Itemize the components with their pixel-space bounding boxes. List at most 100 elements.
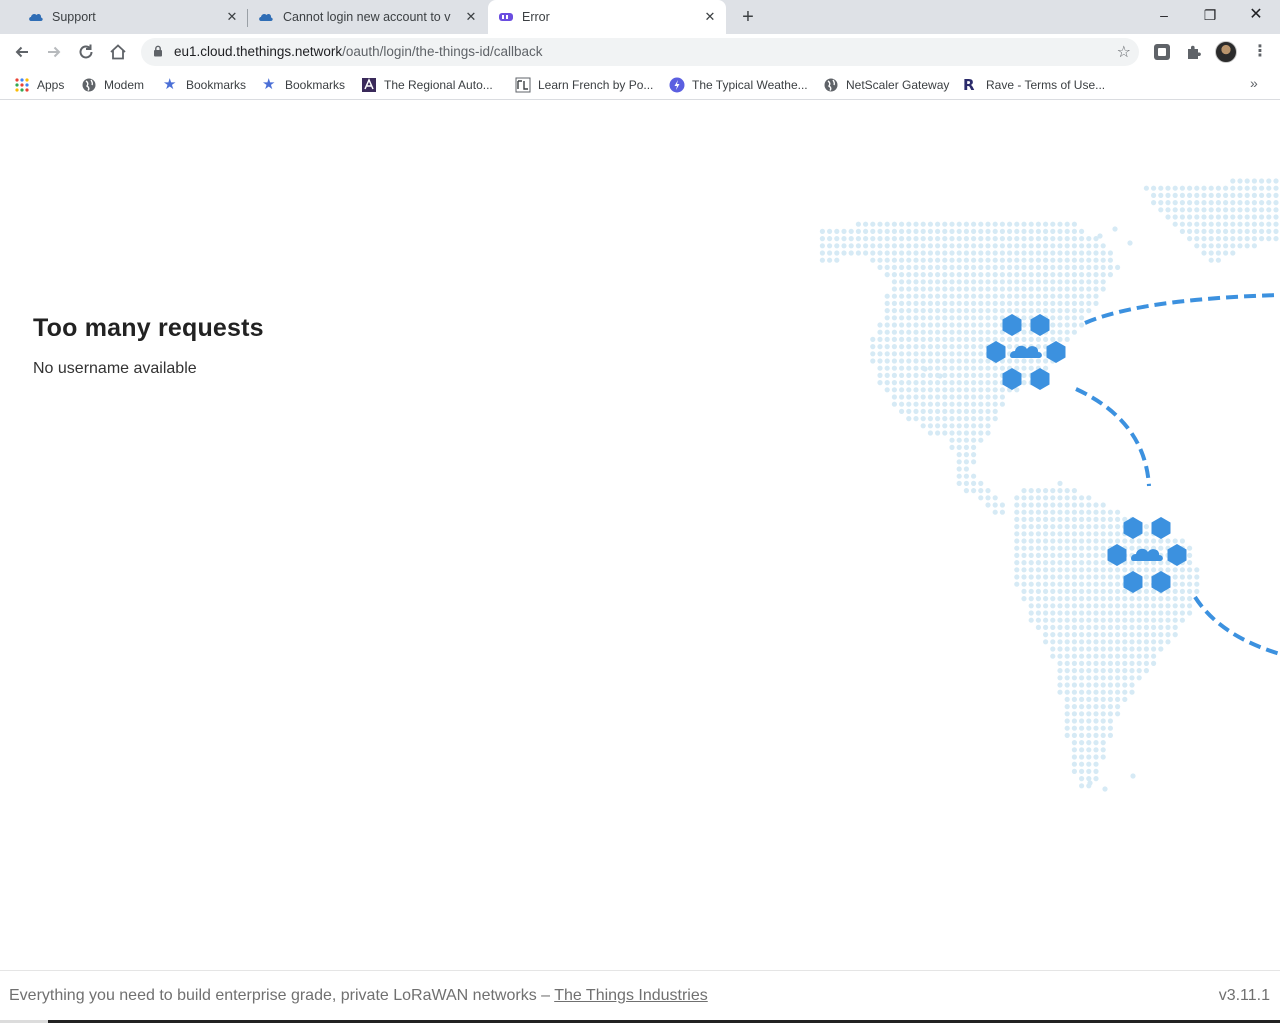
tab-support[interactable]: Support ✕ xyxy=(8,0,246,34)
map-dot xyxy=(985,380,991,386)
bookmark-netscaler[interactable]: NetScaler Gateway xyxy=(823,76,949,94)
map-dot xyxy=(1057,279,1063,285)
url-domain: eu1.cloud.thethings.network xyxy=(174,44,343,59)
close-window-button[interactable]: ✕ xyxy=(1245,4,1267,26)
map-dot xyxy=(971,272,977,278)
map-dot xyxy=(1064,689,1070,695)
map-dot xyxy=(1079,660,1085,666)
map-dot xyxy=(927,344,933,350)
map-dot xyxy=(1244,243,1250,249)
map-dot xyxy=(942,329,948,335)
extension-box-icon[interactable] xyxy=(1152,42,1172,62)
bookmark-apps[interactable]: Apps xyxy=(14,76,64,94)
profile-avatar[interactable] xyxy=(1215,41,1237,63)
bookmark-star-icon[interactable]: ☆ xyxy=(1117,42,1131,62)
map-dot xyxy=(1021,545,1027,551)
forward-button[interactable] xyxy=(43,41,65,63)
map-dot xyxy=(949,272,955,278)
map-dot xyxy=(1086,747,1092,753)
map-dot xyxy=(1079,711,1085,717)
map-dot xyxy=(1043,365,1049,371)
map-dot xyxy=(1014,257,1020,263)
map-dot xyxy=(1179,596,1185,602)
map-dot xyxy=(1093,761,1099,767)
map-dot xyxy=(949,221,955,227)
tab-error[interactable]: Error ✕ xyxy=(488,0,726,34)
map-dot xyxy=(978,372,984,378)
extensions-puzzle-icon[interactable] xyxy=(1184,42,1204,62)
map-dot xyxy=(913,365,919,371)
tab-cannot-login[interactable]: Cannot login new account to v3 c ✕ xyxy=(248,0,486,34)
map-dot xyxy=(956,243,962,249)
map-dot xyxy=(1071,286,1077,292)
map-dot xyxy=(1158,200,1164,206)
map-dot xyxy=(1064,560,1070,566)
map-dot xyxy=(1086,293,1092,299)
map-dot xyxy=(1194,207,1200,213)
map-dot xyxy=(1057,675,1063,681)
new-tab-button[interactable]: + xyxy=(738,7,758,27)
address-bar[interactable]: eu1.cloud.thethings.network/oauth/login/… xyxy=(141,38,1139,66)
map-dot xyxy=(971,444,977,450)
map-dot xyxy=(1035,293,1041,299)
reload-button[interactable] xyxy=(75,41,97,63)
restore-button[interactable]: ❐ xyxy=(1199,4,1221,26)
map-dot xyxy=(1071,315,1077,321)
map-dot xyxy=(1057,610,1063,616)
map-dot xyxy=(1064,538,1070,544)
map-dot xyxy=(978,380,984,386)
map-dot xyxy=(1050,243,1056,249)
map-dot xyxy=(1071,581,1077,587)
bookmark-modem[interactable]: Modem xyxy=(81,76,144,94)
bookmark-learn-french[interactable]: Learn French by Po... xyxy=(515,76,653,94)
map-dot xyxy=(992,365,998,371)
bookmark-bookmarks-2[interactable]: ★ Bookmarks xyxy=(262,76,345,94)
map-dot xyxy=(1043,552,1049,558)
map-dot xyxy=(1071,747,1077,753)
map-dot xyxy=(1107,653,1113,659)
map-dot xyxy=(1093,509,1099,515)
map-dot xyxy=(1050,516,1056,522)
map-dot xyxy=(1143,538,1149,544)
map-dot xyxy=(992,300,998,306)
map-dot xyxy=(1050,228,1056,234)
minimize-button[interactable]: – xyxy=(1153,4,1175,26)
map-dot xyxy=(1273,221,1279,227)
map-dot xyxy=(827,257,833,263)
map-dot xyxy=(1223,236,1229,242)
close-tab-icon[interactable]: ✕ xyxy=(702,9,718,25)
map-dot xyxy=(992,401,998,407)
map-dot xyxy=(891,394,897,400)
close-tab-icon[interactable]: ✕ xyxy=(224,9,240,25)
map-dot xyxy=(1100,531,1106,537)
map-dot xyxy=(992,272,998,278)
home-button[interactable] xyxy=(107,41,129,63)
map-dot xyxy=(1064,322,1070,328)
map-dot xyxy=(1028,495,1034,501)
map-dot xyxy=(1273,192,1279,198)
map-dot xyxy=(1071,545,1077,551)
bookmark-typical-weather[interactable]: The Typical Weathe... xyxy=(669,76,808,94)
bookmarks-overflow-button[interactable]: » xyxy=(1250,75,1258,91)
map-dot xyxy=(1093,646,1099,652)
map-dot xyxy=(1021,322,1027,328)
bookmark-bookmarks-1[interactable]: ★ Bookmarks xyxy=(163,76,246,94)
map-dot xyxy=(935,286,941,292)
map-dot xyxy=(1071,653,1077,659)
map-dot xyxy=(927,308,933,314)
map-dot xyxy=(1021,502,1027,508)
map-dot xyxy=(1057,552,1063,558)
map-dot xyxy=(1093,732,1099,739)
bookmark-regional-auto[interactable]: The Regional Auto... xyxy=(361,76,493,94)
back-arrow-icon xyxy=(15,46,28,58)
close-tab-icon[interactable]: ✕ xyxy=(463,9,479,25)
map-dot xyxy=(1122,624,1128,630)
bookmark-rave[interactable]: R Rave - Terms of Use... xyxy=(963,76,1105,94)
back-button[interactable] xyxy=(11,41,33,63)
map-dot xyxy=(834,228,840,234)
browser-menu-icon[interactable]: ⋮ xyxy=(1252,41,1268,63)
map-dot xyxy=(819,236,825,242)
the-things-industries-link[interactable]: The Things Industries xyxy=(554,987,708,1004)
map-dot xyxy=(1086,761,1092,767)
map-dot xyxy=(1035,502,1041,508)
